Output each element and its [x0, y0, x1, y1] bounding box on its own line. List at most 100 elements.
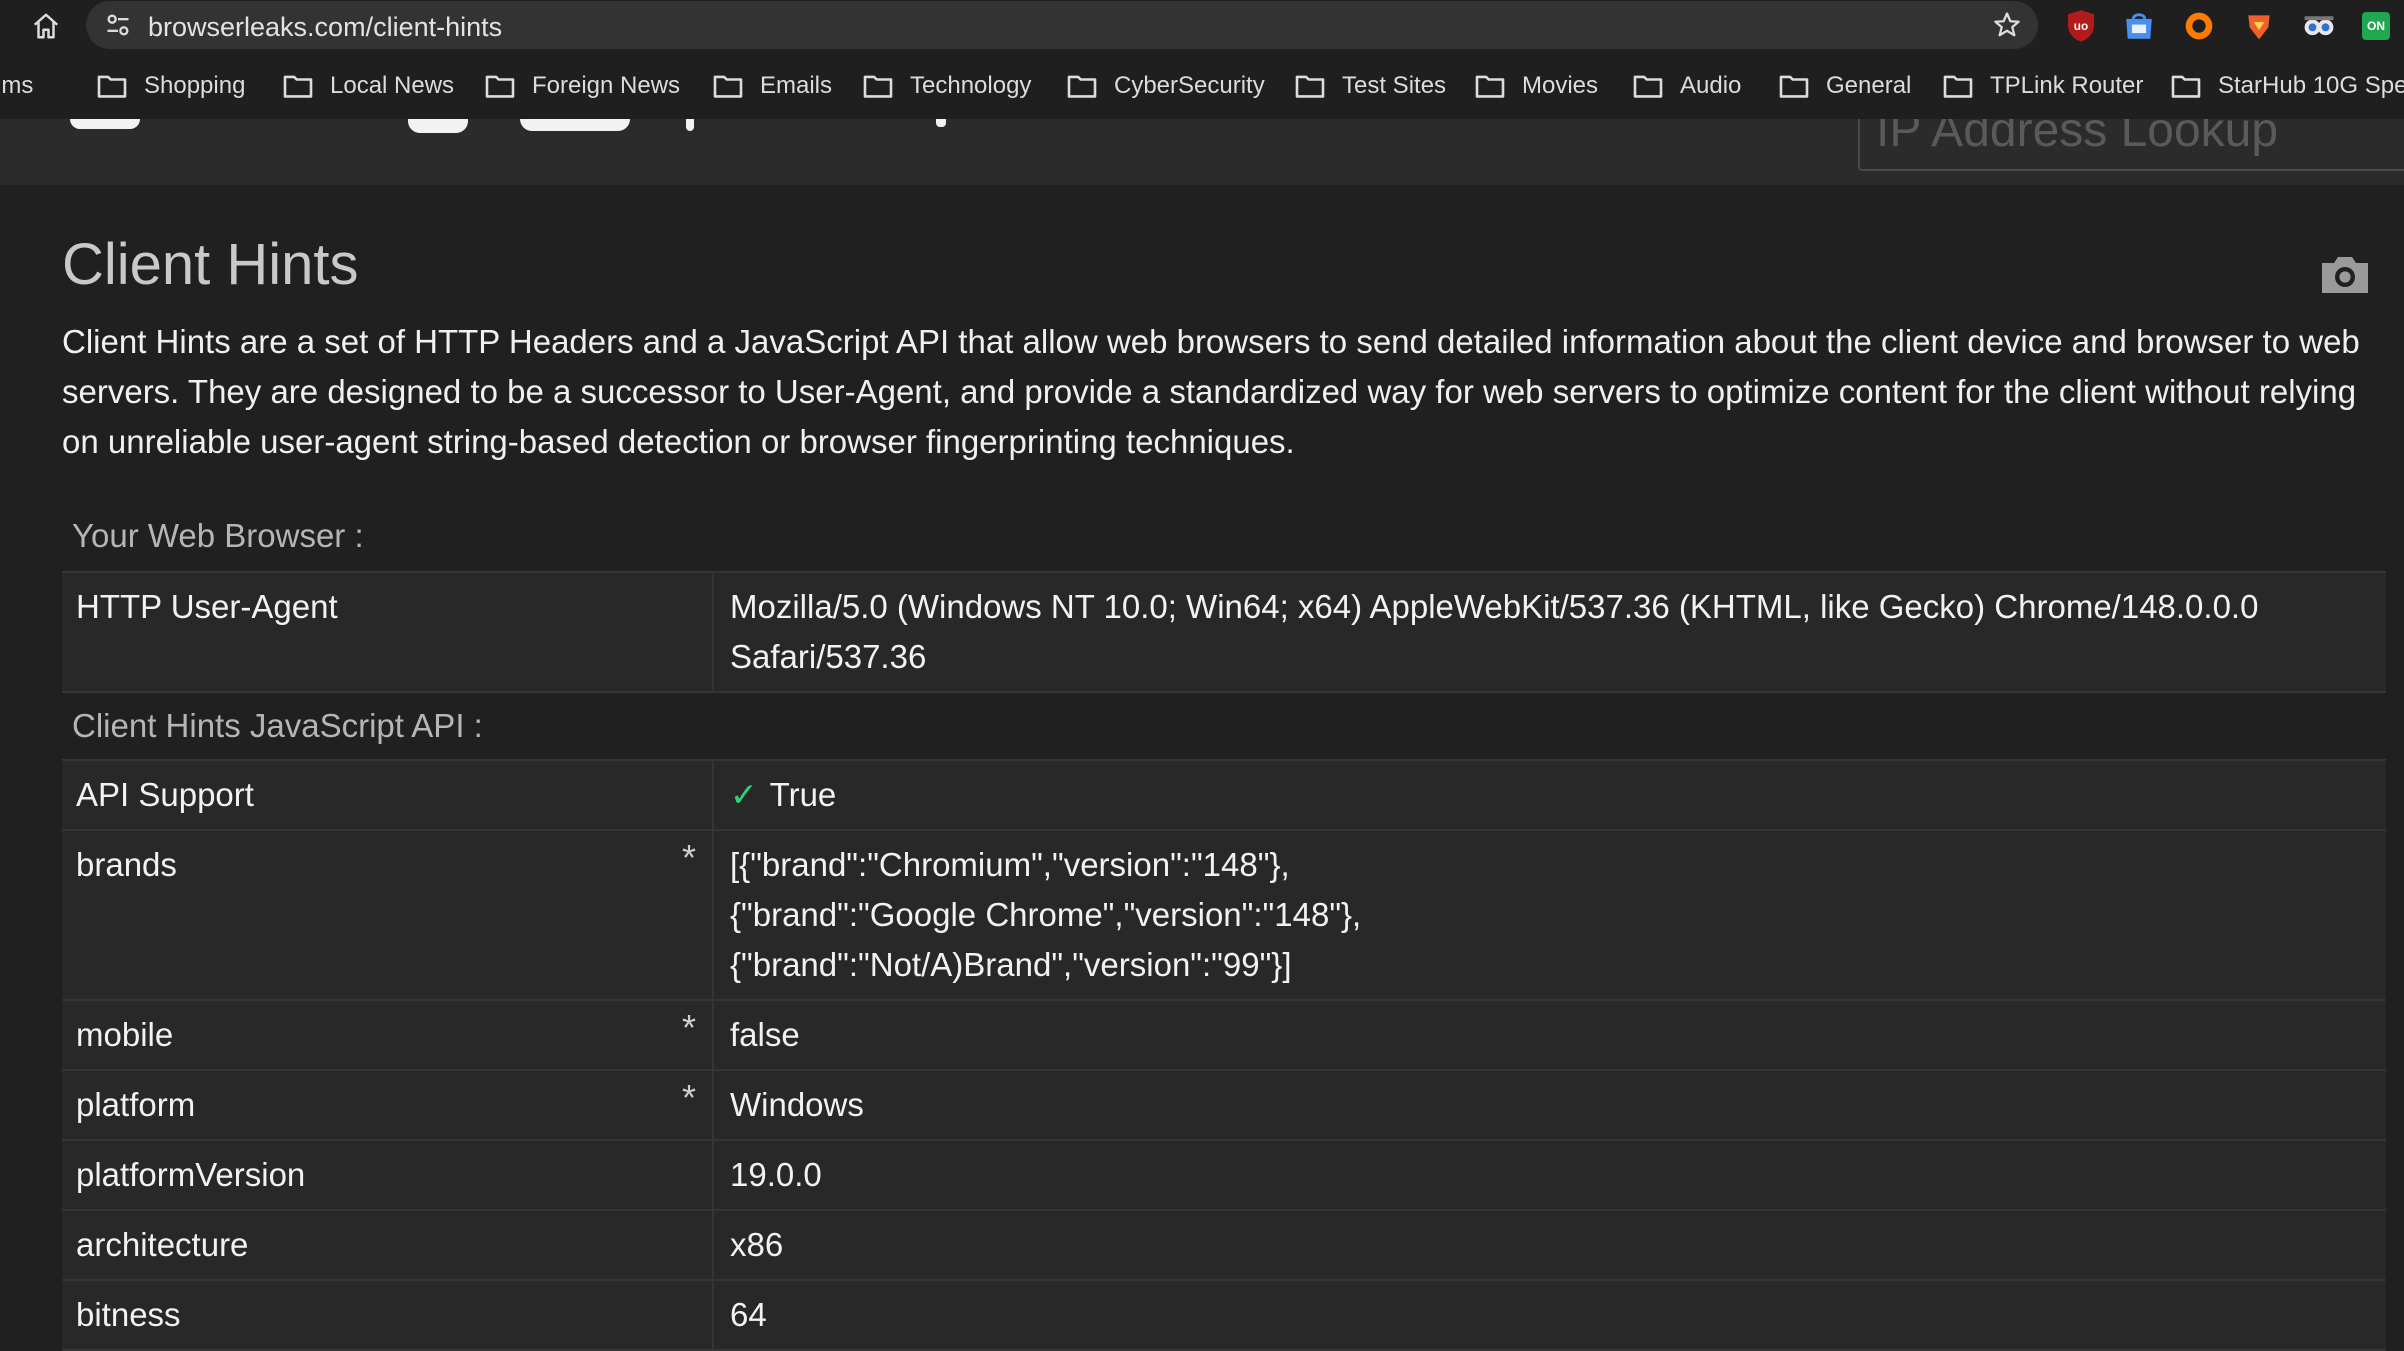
folder-icon	[862, 72, 894, 100]
table-row-bitness: bitness 64	[62, 1279, 2386, 1351]
value-line: {"brand":"Not/A)Brand","version":"99"}]	[730, 946, 1292, 983]
row-value: Windows	[730, 1086, 864, 1123]
bookmark-folder-general[interactable]: General	[1778, 66, 1911, 106]
site-info-button[interactable]	[100, 7, 136, 43]
folder-icon	[1066, 72, 1098, 100]
logo-fragment	[686, 119, 694, 131]
asterisk-marker: *	[681, 837, 696, 878]
folder-icon	[712, 72, 744, 100]
bookmark-folder-local-news[interactable]: Local News	[282, 66, 454, 106]
logo-fragment	[936, 119, 946, 127]
row-key: HTTP User-Agent	[62, 573, 714, 691]
bookmark-folder-cybersecurity[interactable]: CyberSecurity	[1066, 66, 1265, 106]
ublock-origin-icon: uo	[2067, 10, 2095, 42]
row-value: x86	[730, 1226, 784, 1263]
ip-lookup-box[interactable]: IP Address Lookup	[1858, 119, 2404, 171]
row-key-label: platform	[76, 1086, 196, 1123]
bookmark-label: StarHub 10G Speed	[2218, 72, 2404, 99]
bookmark-folder-foreign-news[interactable]: Foreign News	[484, 66, 680, 106]
table-row-platform: platform * Windows	[62, 1069, 2386, 1139]
bookmark-label: Technology	[910, 72, 1032, 99]
table-row-api-support: API Support ✓ True	[62, 759, 2386, 829]
value-line: {"brand":"Google Chrome","version":"148"…	[730, 896, 1362, 933]
folder-icon	[2170, 72, 2202, 100]
check-icon: ✓	[730, 776, 758, 813]
star-outline-icon	[1994, 12, 2020, 37]
on-toggle-icon: ON	[2362, 12, 2390, 40]
row-value: 64	[730, 1296, 767, 1333]
bookmark-label: Movies	[1522, 72, 1599, 99]
folder-icon	[1942, 72, 1974, 100]
bookmarks-bar: Forums Shopping Local News Foreign News …	[0, 53, 2404, 119]
row-value: false	[730, 1016, 800, 1053]
ip-lookup-label: IP Address Lookup	[1876, 119, 2279, 157]
bookmark-label: Foreign News	[532, 72, 681, 99]
bookmark-folder-test-sites[interactable]: Test Sites	[1294, 66, 1446, 106]
bookmark-folder-shopping[interactable]: Shopping	[96, 66, 245, 106]
home-button[interactable]	[22, 6, 70, 46]
folder-icon	[484, 72, 516, 100]
row-value: Mozilla/5.0 (Windows NT 10.0; Win64; x64…	[714, 573, 2386, 691]
bookmark-label: TPLink Router	[1990, 72, 2144, 99]
bookmark-label: Emails	[760, 72, 833, 99]
row-value: ✓ True	[714, 761, 2386, 829]
home-icon	[33, 13, 59, 39]
value-line: Safari/537.36	[730, 638, 927, 675]
bookmark-folder-audio[interactable]: Audio	[1632, 66, 1741, 106]
bookmark-label: General	[1826, 72, 1912, 99]
browser-toolbar: browserleaks.com/client-hints uo ON	[0, 0, 2404, 53]
browser-table: HTTP User-Agent Mozilla/5.0 (Windows NT …	[62, 571, 2386, 693]
bookmark-folder-emails[interactable]: Emails	[712, 66, 832, 106]
web-store-icon	[2126, 13, 2152, 39]
folder-icon	[1294, 72, 1326, 100]
table-row-mobile: mobile * false	[62, 999, 2386, 1069]
screenshot-button[interactable]	[2318, 250, 2372, 298]
orange-ring-icon	[2185, 12, 2213, 40]
row-key: API Support	[62, 761, 714, 829]
bookmark-star-button[interactable]	[1988, 6, 2026, 44]
bookmark-label: Audio	[1680, 72, 1742, 99]
folder-icon	[1632, 72, 1664, 100]
bookmark-label: Local News	[330, 72, 455, 99]
orange-ring-extension[interactable]	[2180, 7, 2218, 45]
bookmark-folder-starhub[interactable]: StarHub 10G Speed	[2170, 66, 2404, 106]
table-row-platform-version: platformVersion 19.0.0	[62, 1139, 2386, 1209]
brave-lion-extension[interactable]	[2240, 7, 2278, 45]
camera-icon	[2322, 257, 2368, 293]
bookmark-folder-movies[interactable]: Movies	[1474, 66, 1598, 106]
ublock-origin-extension[interactable]: uo	[2062, 7, 2100, 45]
folder-icon	[96, 72, 128, 100]
brave-lion-icon	[2248, 15, 2270, 40]
row-key: platform *	[62, 1071, 714, 1139]
svg-text:uo: uo	[2074, 20, 2088, 33]
row-key: brands *	[62, 831, 714, 999]
bookmark-label: Shopping	[144, 72, 246, 99]
bookmark-label: Test Sites	[1342, 72, 1447, 99]
intro-paragraph: Client Hints are a set of HTTP Headers a…	[62, 323, 2360, 460]
logo-fragment	[408, 119, 468, 133]
bookmark-folder-technology[interactable]: Technology	[862, 66, 1031, 106]
row-key: mobile *	[62, 1001, 714, 1069]
site-header: IP Address Lookup	[0, 119, 2404, 185]
on-toggle-extension[interactable]: ON	[2360, 7, 2392, 45]
url-text[interactable]: browserleaks.com/client-hints	[148, 12, 502, 43]
folder-icon	[282, 72, 314, 100]
bookmark-folder-forums[interactable]: Forums	[0, 66, 33, 106]
row-key: bitness	[62, 1281, 714, 1349]
row-value: 19.0.0	[730, 1156, 822, 1193]
row-key-label: mobile	[76, 1016, 174, 1053]
site-logo[interactable]	[60, 119, 960, 139]
tune-icon	[107, 14, 129, 36]
web-store-extension[interactable]	[2120, 7, 2158, 45]
address-bar[interactable]: browserleaks.com/client-hints	[86, 1, 2038, 49]
asterisk-marker: *	[681, 1077, 696, 1118]
row-value: [{"brand":"Chromium","version":"148"}, {…	[714, 831, 2386, 999]
row-key: platformVersion	[62, 1141, 714, 1209]
section-label-js-api: Client Hints JavaScript API :	[72, 707, 483, 744]
eyes-extension[interactable]	[2300, 7, 2338, 45]
value-text: True	[769, 776, 837, 813]
bookmark-folder-tplink-router[interactable]: TPLink Router	[1942, 66, 2143, 106]
table-row-user-agent: HTTP User-Agent Mozilla/5.0 (Windows NT …	[62, 571, 2386, 693]
table-row-brands: brands * [{"brand":"Chromium","version":…	[62, 829, 2386, 999]
value-line: Mozilla/5.0 (Windows NT 10.0; Win64; x64…	[730, 588, 2259, 625]
